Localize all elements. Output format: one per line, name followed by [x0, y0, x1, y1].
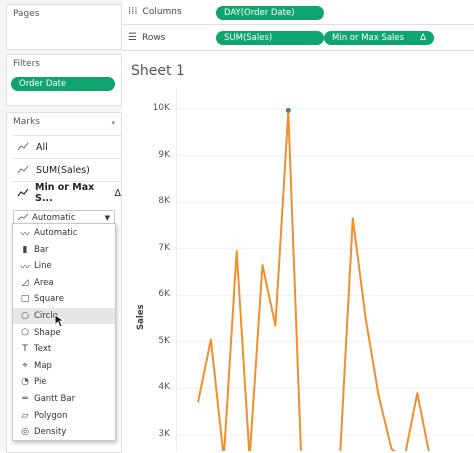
dropdown-option-label: Area — [34, 277, 54, 288]
rows-icon: ☰ — [128, 32, 137, 43]
map-icon: ⌖ — [22, 360, 28, 371]
mark-type-value: Automatic — [32, 212, 76, 223]
line-mark-icon — [17, 142, 29, 151]
line-icon: 〰 — [20, 262, 30, 273]
columns-icon: ⁞⁞⁞ — [128, 6, 138, 17]
marks-row-all[interactable]: All — [13, 135, 121, 158]
pie-icon: ◔ — [21, 377, 29, 388]
columns-shelf[interactable]: ⁞⁞⁞ Columns DAY(Order Date) — [122, 0, 474, 25]
automatic-icon: 〰 — [20, 229, 30, 240]
line-mark-icon — [17, 165, 29, 174]
columns-label: ⁞⁞⁞ Columns — [128, 6, 182, 17]
y-tick-label: 9K — [158, 149, 170, 160]
marks-row-sum-sales[interactable]: SUM(Sales) — [13, 158, 121, 181]
dropdown-option-pie[interactable]: ◔ Pie — [13, 374, 115, 390]
filters-title: Filters — [13, 59, 40, 69]
dropdown-option-square[interactable]: □ Square — [13, 291, 115, 307]
y-tick-label: 5K — [158, 335, 170, 346]
polygon-icon: ▱ — [21, 410, 29, 421]
square-icon: □ — [20, 294, 30, 305]
columns-pill-day-order-date[interactable]: DAY(Order Date) — [216, 6, 324, 20]
bar-icon: ▮ — [22, 244, 28, 255]
y-tick-label: 3K — [158, 429, 170, 439]
marks-row-label: SUM(Sales) — [36, 164, 90, 176]
sales-series-line[interactable] — [197, 110, 430, 451]
dropdown-option-label: Gantt Bar — [34, 394, 76, 404]
dropdown-option-automatic[interactable]: 〰 Automatic — [13, 225, 115, 241]
marks-title: Marks — [13, 117, 40, 127]
dropdown-option-text[interactable]: T Text — [13, 341, 115, 357]
dropdown-option-line[interactable]: 〰 Line — [13, 258, 115, 274]
dropdown-option-gantt-bar[interactable]: ═ Gantt Bar — [13, 391, 115, 407]
delta-icon: Δ — [114, 187, 122, 199]
pages-title: Pages — [13, 9, 40, 19]
y-tick-label: 6K — [158, 289, 170, 300]
dropdown-option-area[interactable]: ◿ Area — [13, 275, 115, 291]
dropdown-option-label: Map — [34, 360, 52, 371]
mouse-cursor-icon — [54, 314, 66, 328]
dropdown-option-label: Text — [34, 344, 52, 355]
marks-row-label: Min or Max S... — [34, 182, 95, 204]
shape-icon: ⬠ — [21, 327, 29, 338]
chevron-down-icon: ▼ — [104, 213, 110, 222]
filter-pill-order-date[interactable]: Order Date — [11, 77, 115, 91]
max-value-point[interactable] — [285, 107, 291, 113]
rows-label: ☰ Rows — [128, 32, 166, 43]
rows-pill-label: Min or Max Sales — [332, 33, 405, 43]
sheet-title: Sheet 1 — [131, 63, 185, 79]
marks-row-label: All — [36, 141, 48, 153]
mark-type-dropdown[interactable]: 〰 Automatic ▮ Bar 〰 Line ◿ Area □ Square ○ Circle ⬠ S… — [12, 223, 116, 441]
dropdown-option-label: Pie — [34, 377, 47, 388]
y-tick-label: 8K — [158, 196, 170, 207]
dropdown-option-bar[interactable]: ▮ Bar — [13, 242, 115, 258]
dropdown-option-label: Automatic — [34, 228, 78, 238]
circle-icon: ○ — [21, 311, 29, 321]
dropdown-option-map[interactable]: ⌖ Map — [13, 358, 115, 374]
filters-card[interactable]: Filters Order Date — [6, 54, 122, 106]
dropdown-option-label: Square — [34, 294, 64, 305]
dropdown-option-label: Line — [34, 261, 52, 272]
density-icon: ◎ — [21, 427, 29, 438]
marks-row-min-max[interactable]: Min or Max S... Δ — [13, 181, 121, 204]
marks-menu-icon[interactable]: ▾ — [111, 119, 115, 127]
rows-pill-min-max-sales[interactable]: Min or Max Sales Δ — [324, 31, 434, 45]
y-axis-label: Sales — [136, 304, 146, 330]
rows-shelf[interactable]: ☰ Rows SUM(Sales) Min or Max Sales Δ — [122, 26, 474, 51]
delta-icon: Δ — [420, 33, 426, 43]
dropdown-option-label: Bar — [34, 244, 49, 255]
text-icon: T — [22, 344, 28, 355]
dropdown-option-density[interactable]: ◎ Density — [13, 424, 115, 440]
y-tick-label: 7K — [158, 242, 170, 253]
line-mark-icon — [17, 188, 28, 197]
line-mark-icon — [17, 213, 29, 221]
dropdown-option-polygon[interactable]: ▱ Polygon — [13, 408, 115, 424]
y-tick-label: 4K — [158, 382, 170, 393]
gantt-bar-icon: ═ — [22, 394, 28, 404]
sales-line-chart[interactable] — [176, 88, 474, 451]
y-tick-label: 10K — [152, 103, 170, 113]
pages-card[interactable]: Pages — [6, 4, 122, 50]
dropdown-option-label: Shape — [34, 327, 61, 338]
dropdown-option-label: Density — [34, 427, 67, 438]
rows-pill-sum-sales[interactable]: SUM(Sales) — [216, 31, 324, 45]
dropdown-option-label: Polygon — [34, 410, 68, 421]
area-icon: ◿ — [21, 277, 29, 288]
